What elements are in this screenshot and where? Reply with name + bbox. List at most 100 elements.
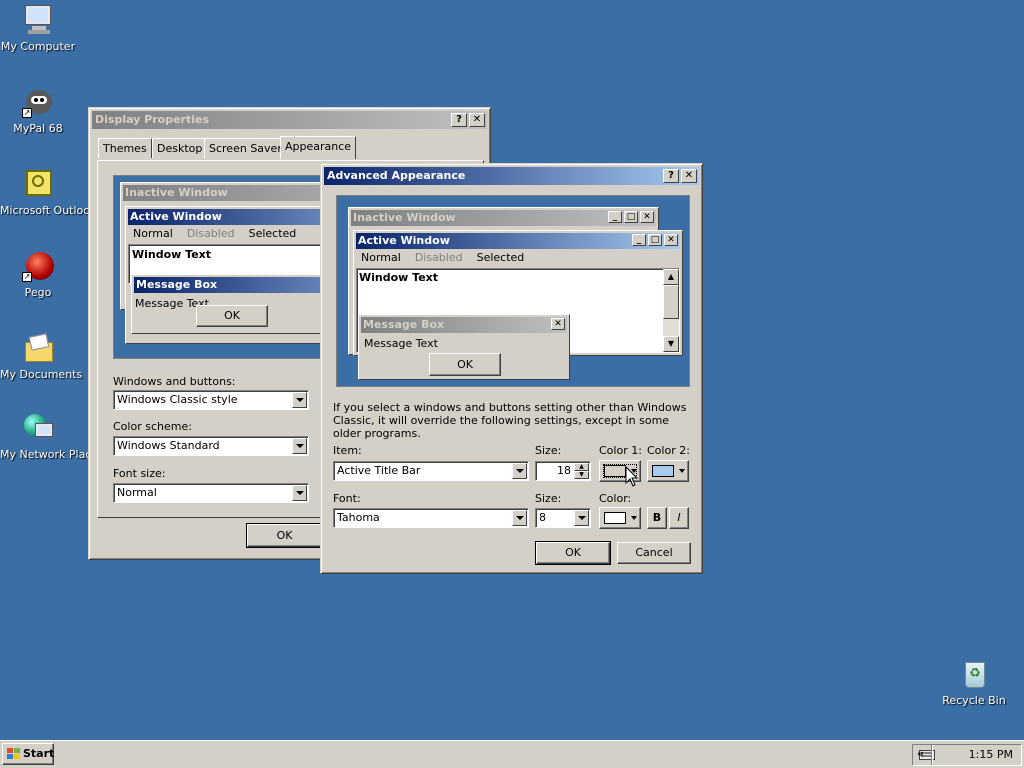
close-icon: ✕ (551, 318, 565, 330)
item-select[interactable]: Active Title Bar (333, 461, 529, 481)
advanced-preview: Inactive Window _ □ ✕ Active Window _ □ … (336, 195, 690, 387)
font-select[interactable]: Tahoma (333, 508, 529, 528)
adv-preview-inactive-titlebar: Inactive Window _ □ ✕ (351, 210, 656, 226)
close-icon: ✕ (664, 234, 678, 246)
dropdown-arrow-icon (631, 516, 637, 520)
folder-documents-icon (22, 332, 54, 364)
maximize-icon: □ (648, 234, 662, 246)
color-scheme-label: Color scheme: (113, 420, 192, 433)
color2-label: Color 2: (647, 444, 690, 457)
adv-preview-scrollbar: ▲ ▼ (663, 269, 679, 352)
preview-menu-normal: Normal (133, 227, 173, 240)
advanced-appearance-dialog: Advanced Appearance ? ✕ Inactive Window … (320, 163, 703, 574)
tab-appearance[interactable]: Appearance (280, 136, 357, 159)
adv-preview-message-box: Message Box ✕ Message Text OK (358, 314, 570, 380)
scroll-down-icon: ▼ (663, 336, 679, 352)
taskbar: Start « 1:15 PM (0, 740, 1024, 768)
adv-preview-menu-selected: Selected (476, 251, 525, 264)
close-button[interactable]: ✕ (469, 113, 485, 127)
advanced-ok-button[interactable]: OK (535, 541, 611, 565)
windows-buttons-label: Windows and buttons: (113, 375, 236, 388)
display-properties-titlebar[interactable]: Display Properties ? ✕ (92, 111, 487, 129)
window-title: Display Properties (95, 113, 210, 126)
font-size-value: Normal (117, 486, 157, 499)
dropdown-arrow-icon[interactable] (512, 463, 527, 479)
color2-picker[interactable] (647, 460, 689, 482)
tray-expand-icon[interactable]: « (917, 747, 924, 760)
dropdown-arrow-icon[interactable] (574, 510, 589, 526)
outlook-icon (22, 168, 54, 200)
preview-menu-disabled: Disabled (186, 227, 235, 240)
font-value: Tahoma (337, 511, 380, 524)
dropdown-arrow-icon[interactable] (292, 485, 307, 501)
item-size-value: 18 (557, 464, 571, 477)
help-button[interactable]: ? (663, 169, 679, 183)
tray-divider (931, 745, 933, 765)
bold-toggle[interactable]: B (647, 507, 667, 529)
display-ok-button[interactable]: OK (246, 523, 323, 548)
desktop-icon-outlook[interactable]: Microsoft Outlook (0, 168, 96, 217)
font-size-value: 8 (539, 511, 546, 524)
mypal-browser-icon: ↗ (22, 86, 54, 118)
desktop-icon-my-documents[interactable]: My Documents (0, 332, 82, 381)
tab-themes[interactable]: Themes (98, 138, 152, 158)
item-size-spinner[interactable]: 18 ▲ ▼ (535, 461, 591, 481)
adv-preview-window-text: Window Text (359, 271, 439, 284)
recycle-bin-icon: ♻ (958, 658, 990, 690)
windows-logo-icon (7, 748, 20, 760)
preview-menu-selected: Selected (248, 227, 297, 240)
color-scheme-value: Windows Standard (117, 439, 220, 452)
help-button[interactable]: ? (451, 113, 467, 127)
font-size-select[interactable]: Normal (113, 483, 309, 503)
dropdown-arrow-icon (679, 469, 685, 473)
mouse-cursor-icon (625, 465, 639, 487)
adv-preview-active-title: Active Window (358, 234, 450, 247)
network-places-icon (22, 412, 54, 444)
start-button[interactable]: Start (2, 743, 54, 765)
item-value: Active Title Bar (337, 464, 421, 477)
desktop-icon-network-places[interactable]: My Network Places (0, 412, 104, 461)
item-size-label: Size: (535, 444, 562, 457)
advanced-appearance-titlebar[interactable]: Advanced Appearance ? ✕ (324, 167, 699, 185)
windows-buttons-select[interactable]: Windows Classic style (113, 390, 309, 410)
clock[interactable]: 1:15 PM (969, 748, 1013, 761)
font-color-picker[interactable] (599, 507, 641, 529)
font-size-label: Font size: (113, 467, 166, 480)
computer-icon (22, 4, 54, 36)
spin-down-icon[interactable]: ▼ (574, 471, 589, 479)
adv-preview-menu-disabled: Disabled (414, 251, 463, 264)
windows-buttons-value: Windows Classic style (117, 393, 238, 406)
adv-preview-inactive-title: Inactive Window (353, 211, 456, 224)
color-scheme-select[interactable]: Windows Standard (113, 436, 309, 456)
adv-preview-msgbox-titlebar: Message Box ✕ (361, 317, 567, 333)
adv-preview-ok-button: OK (429, 353, 501, 376)
start-label: Start (23, 747, 55, 760)
minimize-icon: _ (608, 211, 622, 223)
advanced-cancel-button[interactable]: Cancel (617, 542, 691, 564)
tab-strip: Themes Desktop Screen Saver Appearance (98, 136, 483, 162)
font-label: Font: (333, 492, 361, 505)
tab-screen-saver[interactable]: Screen Saver (204, 138, 287, 158)
close-button[interactable]: ✕ (681, 169, 697, 183)
override-note: If you select a windows and buttons sett… (333, 401, 687, 440)
font-color-swatch (604, 512, 626, 524)
desktop-icon-my-computer[interactable]: My Computer (0, 4, 76, 53)
font-size-select[interactable]: 8 (535, 508, 591, 528)
desktop-icon-mypal[interactable]: ↗ MyPal 68 (0, 86, 76, 135)
spin-up-icon[interactable]: ▲ (574, 463, 589, 471)
desktop-icon-recycle-bin[interactable]: ♻ Recycle Bin (936, 658, 1012, 707)
desktop-icon-pego[interactable]: ↗ Pego (0, 250, 76, 299)
maximize-icon: □ (624, 211, 638, 223)
dialog-title: Advanced Appearance (327, 169, 466, 182)
adv-preview-menu: Normal Disabled Selected (356, 250, 680, 266)
adv-preview-msgbox-title: Message Box (363, 318, 445, 331)
color2-swatch (652, 465, 674, 477)
dropdown-arrow-icon[interactable] (512, 510, 527, 526)
dropdown-arrow-icon[interactable] (292, 438, 307, 454)
italic-toggle[interactable]: I (669, 507, 689, 529)
tab-desktop[interactable]: Desktop (152, 138, 208, 158)
pego-icon: ↗ (22, 250, 54, 282)
close-icon: ✕ (640, 211, 654, 223)
color1-label: Color 1: (599, 444, 642, 457)
dropdown-arrow-icon[interactable] (292, 392, 307, 408)
